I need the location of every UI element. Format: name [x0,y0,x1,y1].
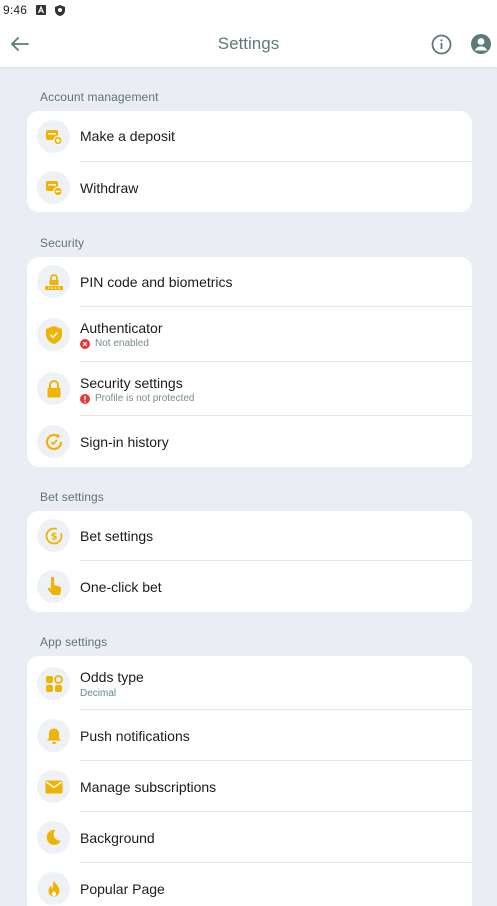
page-title: Settings [217,34,280,53]
error-x-icon [80,338,90,349]
list-item-odds-type[interactable]: Odds type Decimal [27,656,472,710]
item-label: Withdraw [80,180,139,196]
section-title-bet: Bet settings [40,490,104,504]
back-arrow-icon[interactable] [8,32,32,56]
wallet-plus-icon [37,120,70,153]
grid-icon [37,667,70,700]
list-item-make-deposit[interactable]: Make a deposit [27,111,472,162]
item-sublabel: Decimal [80,688,117,699]
list-item-pin-biometrics[interactable]: PIN code and biometrics [27,257,472,307]
list-item-background[interactable]: Background [27,812,472,863]
font-icon [36,5,47,15]
list-item-push-notifications[interactable]: Push notifications [27,710,472,761]
app-card: Odds type Decimal Push notifications Man… [27,656,472,906]
profile-icon[interactable] [469,32,493,56]
list-item-manage-subscriptions[interactable]: Manage subscriptions [27,761,472,812]
list-item-popular-page[interactable]: Popular Page [27,863,472,906]
app-bar: Settings [0,20,497,67]
item-label: Push notifications [80,728,190,744]
list-item-authenticator[interactable]: Authenticator Not enabled [27,307,472,362]
item-label: Sign-in history [80,434,169,450]
status-time: 9:46 [3,3,28,17]
section-title-account: Account management [40,90,159,104]
status-bar: 9:46 [0,0,497,20]
info-icon[interactable] [429,32,453,56]
history-icon [37,425,70,458]
warning-icon [80,393,90,404]
item-sublabel: Profile is not protected [95,393,195,404]
list-item-security-settings[interactable]: Security settings Profile is not protect… [27,362,472,416]
list-item-bet-settings[interactable]: $ Bet settings [27,511,472,561]
pin-lock-icon [37,265,70,298]
section-title-app: App settings [40,635,108,649]
item-label: Bet settings [80,528,154,544]
item-label: Odds type [80,669,144,685]
list-item-one-click-bet[interactable]: One-click bet [27,561,472,612]
flame-icon [37,872,70,905]
item-label: One-click bet [80,579,162,595]
moon-icon [37,821,70,854]
item-label: Security settings [80,375,183,391]
account-card: Make a deposit Withdraw [27,111,472,212]
bet-card: $ Bet settings One-click bet [27,511,472,612]
item-sublabel: Not enabled [95,338,149,349]
list-item-withdraw[interactable]: Withdraw [27,162,472,212]
list-item-signin-history[interactable]: Sign-in history [27,416,472,467]
tap-hand-icon [37,570,70,603]
item-label: PIN code and biometrics [80,274,233,290]
svg-text:$: $ [50,531,57,542]
item-label: Manage subscriptions [80,779,217,795]
section-title-security: Security [40,236,85,250]
wallet-minus-icon [37,171,70,204]
item-label: Background [80,830,155,846]
coin-cycle-icon: $ [37,519,70,552]
bell-icon [37,719,70,752]
item-label: Make a deposit [80,128,175,144]
lock-icon [37,372,70,405]
status-badge: Not enabled [80,338,149,349]
shield-check-icon [37,318,70,351]
security-card: PIN code and biometrics Authenticator No… [27,257,472,467]
envelope-icon [37,770,70,803]
shield-status-icon [55,4,66,16]
item-label: Authenticator [80,320,163,336]
status-badge: Profile is not protected [80,393,195,404]
